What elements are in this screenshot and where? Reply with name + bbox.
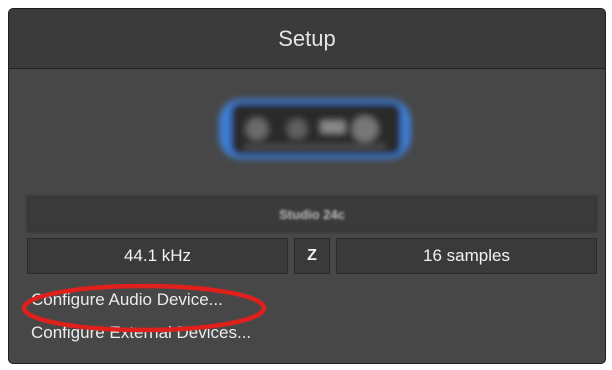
configure-external-devices-link[interactable]: Configure External Devices... [31,323,251,343]
link-settings-button[interactable]: Z [294,238,330,274]
sample-rate-value: 44.1 kHz [123,246,192,265]
setup-panel: Setup Studio 24c 44.1 kHz Z 16 samples C… [8,8,606,364]
device-name-label: Studio 24c [279,206,345,222]
device-name[interactable]: Studio 24c [27,196,597,232]
setup-header: Setup [9,9,605,69]
link-icon: Z [307,247,317,264]
audio-interface-icon [205,87,425,177]
buffer-size-selector[interactable]: 16 samples [336,238,597,274]
sample-rate-selector[interactable]: 44.1 kHz [27,238,288,274]
configure-audio-device-link[interactable]: Configure Audio Device... [31,290,223,310]
page-title: Setup [278,26,336,51]
buffer-size-value: 16 samples [423,246,510,265]
